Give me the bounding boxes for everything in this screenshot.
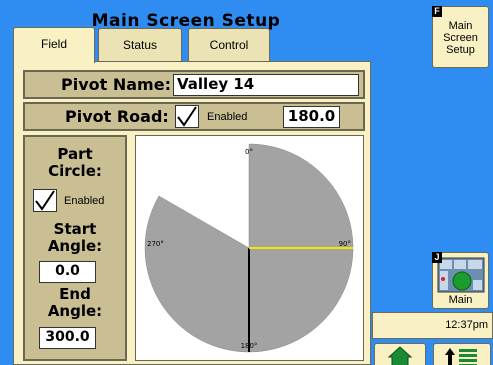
main-button-label: Main <box>448 294 473 306</box>
clock: 12:37pm <box>372 312 493 339</box>
up-arrow-menu-icon <box>445 348 477 365</box>
softkey-j-indicator: J <box>432 252 442 263</box>
part-circle-label: Part Circle: <box>48 145 102 180</box>
degree-label-0: 0° <box>245 148 253 156</box>
pivot-road-angle-input[interactable]: 180.0 <box>283 106 340 128</box>
tab-status[interactable]: Status <box>98 28 182 62</box>
end-angle-input[interactable]: 300.0 <box>39 327 96 349</box>
main-panel: Main Screen Setup Field Status Control P… <box>0 0 372 365</box>
start-angle-label: Start Angle: <box>47 220 103 255</box>
pivot-road-enabled-label: Enabled <box>207 111 248 123</box>
degree-label-270: 270° <box>147 240 164 248</box>
tab-field[interactable]: Field <box>13 27 95 63</box>
degree-label-180: 180° <box>241 342 258 350</box>
home-button[interactable] <box>374 343 426 365</box>
pivot-name-input[interactable]: Valley 14 <box>173 74 359 96</box>
pivot-name-row: Pivot Name: Valley 14 <box>23 70 365 99</box>
degree-label-90: 90° <box>339 240 351 248</box>
pivot-road-checkbox[interactable] <box>175 105 199 128</box>
softkey-f-indicator: F <box>432 6 442 17</box>
pivot-road-row: Pivot Road: Enabled 180.0 <box>23 102 365 131</box>
end-angle-label: End Angle: <box>47 285 103 320</box>
main-screen-icon <box>437 257 485 293</box>
pivot-road-label: Pivot Road: <box>65 107 169 126</box>
checkmark-icon <box>177 106 197 127</box>
part-circle-diagram: 0° 90° 180° 270° <box>135 135 364 361</box>
pivot-circle-graphic: 0° 90° 180° 270° <box>144 143 354 353</box>
part-circle-checkbox[interactable] <box>33 189 57 212</box>
tab-control[interactable]: Control <box>188 28 270 62</box>
home-icon <box>387 346 413 365</box>
pivot-name-label: Pivot Name: <box>61 75 171 94</box>
part-circle-panel: Part Circle: Enabled Start Angle: 0.0 En… <box>23 135 127 361</box>
menu-navigation-button[interactable] <box>433 343 491 365</box>
field-tab-content: Pivot Name: Valley 14 Pivot Road: Enable… <box>13 61 371 365</box>
checkmark-icon <box>35 190 55 211</box>
start-angle-input[interactable]: 0.0 <box>39 261 96 283</box>
part-circle-enabled-label: Enabled <box>64 195 105 207</box>
